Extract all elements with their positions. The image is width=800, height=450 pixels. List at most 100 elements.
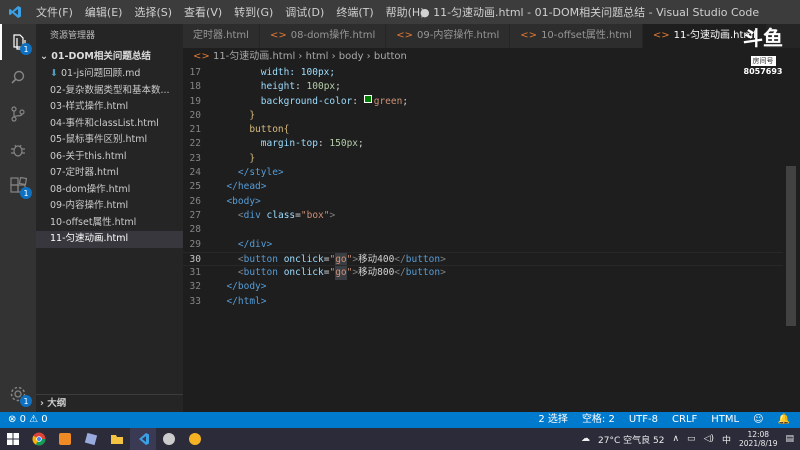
- editor-scrollbar[interactable]: [783, 66, 800, 412]
- workspace-folder[interactable]: ⌄ 01-DOM相关问题总结: [36, 48, 183, 66]
- scrollbar-thumb[interactable]: [786, 166, 796, 326]
- file-item[interactable]: 03-样式操作.html: [36, 99, 183, 116]
- breadcrumb-button[interactable]: button: [374, 51, 407, 62]
- file-explorer-icon[interactable]: [104, 428, 130, 450]
- douyu-logo: 斗鱼: [743, 26, 783, 50]
- error-icon: ⊗: [8, 414, 20, 425]
- tray-chevron-icon[interactable]: ∧: [672, 434, 679, 444]
- room-number: 8057693: [743, 67, 783, 76]
- code-line: 26 <body>: [189, 195, 261, 207]
- code-line: 33 </html>: [189, 295, 267, 307]
- source-control-icon[interactable]: [0, 96, 36, 132]
- warning-icon: ⚠: [29, 414, 42, 425]
- editor-tabs: 定时器.html <> 08-dom操作.html <> 09-内容操作.html …: [183, 24, 800, 48]
- file-item[interactable]: 10-offset属性.html: [36, 215, 183, 232]
- volume-icon[interactable]: ◁): [704, 434, 714, 444]
- language-mode[interactable]: HTML: [711, 412, 739, 428]
- outline-section[interactable]: › 大纲: [36, 394, 183, 412]
- app-icon[interactable]: [156, 428, 182, 450]
- html-file-icon: <>: [652, 30, 670, 41]
- menu-selection[interactable]: 选择(S): [128, 4, 178, 20]
- tab-content-operations[interactable]: <> 09-内容操作.html: [386, 24, 511, 48]
- menu-go[interactable]: 转到(G): [228, 4, 279, 20]
- breadcrumb-file[interactable]: 11-匀速动画.html: [213, 51, 295, 62]
- explorer-sidebar: 资源管理器 ⌄ 01-DOM相关问题总结 ⬇ 01-js问题回顾.md 02-复…: [36, 24, 183, 412]
- notification-center-icon[interactable]: ▤: [785, 434, 794, 444]
- html-file-icon: <>: [193, 51, 210, 62]
- menu-terminal[interactable]: 终端(T): [330, 4, 379, 20]
- extensions-badge: 1: [20, 187, 32, 199]
- color-swatch[interactable]: [363, 94, 372, 103]
- code-line: 20 }: [189, 109, 256, 121]
- code-line: 32 </body>: [189, 281, 267, 293]
- chrome-icon[interactable]: [26, 428, 52, 450]
- file-item[interactable]: 09-内容操作.html: [36, 198, 183, 215]
- title-bar: 文件(F) 编辑(E) 选择(S) 查看(V) 转到(G) 调试(D) 终端(T…: [0, 0, 800, 24]
- debug-icon[interactable]: [0, 132, 36, 168]
- code-line: 23 }: [189, 152, 256, 164]
- windows-taskbar: ☁ 27°C 空气良 52 ∧ ▭ ◁) 中 12:08 2021/8/19 ▤: [0, 428, 800, 450]
- code-line: 17 width: 100px;: [189, 67, 336, 78]
- code-line: 18 height: 100px;: [189, 81, 341, 93]
- file-item[interactable]: ⬇ 01-js问题回顾.md: [36, 66, 183, 83]
- weather-text[interactable]: 27°C 空气良 52: [598, 433, 664, 446]
- file-item[interactable]: 06-关于this.html: [36, 149, 183, 166]
- code-line: 27 < div class = "box" >: [189, 209, 336, 221]
- chevron-down-icon: ⌄: [40, 51, 52, 62]
- extensions-icon[interactable]: 1: [0, 168, 36, 204]
- ime-indicator[interactable]: 中: [722, 433, 731, 446]
- code-line: 19 background-color: green;: [189, 94, 409, 107]
- file-item[interactable]: 04-事件和classList.html: [36, 116, 183, 133]
- code-line: 24 </style>: [189, 167, 284, 179]
- selection-count[interactable]: 2 选择: [538, 412, 568, 428]
- file-item[interactable]: 08-dom操作.html: [36, 182, 183, 199]
- app-icon[interactable]: [78, 428, 104, 450]
- room-label: 房间号: [750, 56, 776, 66]
- menu-edit[interactable]: 编辑(E): [79, 4, 129, 20]
- code-line: 29 </div>: [189, 238, 273, 250]
- code-line: 31 < button onclick = " go " > 移动800 </button >: [183, 266, 783, 281]
- menu-view[interactable]: 查看(V): [178, 4, 228, 20]
- menu-file[interactable]: 文件(F): [30, 4, 79, 20]
- file-item[interactable]: 07-定时器.html: [36, 165, 183, 182]
- settings-gear-icon[interactable]: 1: [0, 376, 36, 412]
- breadcrumb-html[interactable]: html: [306, 51, 329, 62]
- breadcrumb-body[interactable]: body: [339, 51, 364, 62]
- folder-label: 01-DOM相关问题总结: [51, 51, 151, 62]
- file-item[interactable]: 05-鼠标事件区别.html: [36, 132, 183, 149]
- html-file-icon: <>: [269, 30, 287, 41]
- menu-bar: 文件(F) 编辑(E) 选择(S) 查看(V) 转到(G) 调试(D) 终端(T…: [30, 4, 431, 20]
- explorer-icon[interactable]: 1: [0, 24, 36, 60]
- vscode-logo-icon: [0, 0, 30, 24]
- windows-start-icon[interactable]: [0, 428, 26, 450]
- tab-timer[interactable]: 定时器.html: [183, 24, 260, 48]
- file-item-selected[interactable]: 11-匀速动画.html: [36, 231, 183, 248]
- code-line-current: 30 < button onclick = " go " > 移动400 </button >: [183, 251, 783, 267]
- system-clock[interactable]: 12:08 2021/8/19: [739, 430, 777, 448]
- douyu-watermark: 斗鱼 房间号 8057693: [738, 28, 788, 76]
- code-line: 21 button{: [189, 124, 290, 136]
- notifications-icon[interactable]: 🔔: [778, 412, 790, 428]
- tab-dom-operations[interactable]: <> 08-dom操作.html: [259, 24, 387, 48]
- network-icon[interactable]: ▭: [687, 434, 696, 444]
- status-bar: ⊗ 0 ⚠ 0 2 选择 空格: 2 UTF-8 CRLF HTML ☺ 🔔: [0, 412, 800, 428]
- indentation[interactable]: 空格: 2: [582, 412, 615, 428]
- code-line: 28: [189, 224, 201, 236]
- problems-indicator[interactable]: ⊗ 0 ⚠ 0: [8, 412, 48, 428]
- tab-offset[interactable]: <> 10-offset属性.html: [510, 24, 643, 48]
- line-ending[interactable]: CRLF: [672, 412, 697, 428]
- app-icon[interactable]: [52, 428, 78, 450]
- weather-icon[interactable]: ☁: [581, 434, 590, 444]
- app-icon[interactable]: [182, 428, 208, 450]
- code-editor[interactable]: 17 width: 100px; 18 height: 100px; 19 ba…: [183, 66, 783, 412]
- clock-date: 2021/8/19: [739, 439, 778, 448]
- code-line: 22 margin-top: 150px;: [189, 138, 364, 150]
- encoding[interactable]: UTF-8: [629, 412, 658, 428]
- file-item[interactable]: 02-复杂数据类型和基本数...: [36, 83, 183, 100]
- search-icon[interactable]: [0, 60, 36, 96]
- code-line: 25 </head>: [189, 181, 267, 193]
- feedback-icon[interactable]: ☺: [753, 412, 763, 428]
- markdown-file-icon: ⬇: [50, 68, 61, 79]
- menu-debug[interactable]: 调试(D): [279, 4, 330, 20]
- vscode-taskbar-icon[interactable]: [130, 428, 156, 450]
